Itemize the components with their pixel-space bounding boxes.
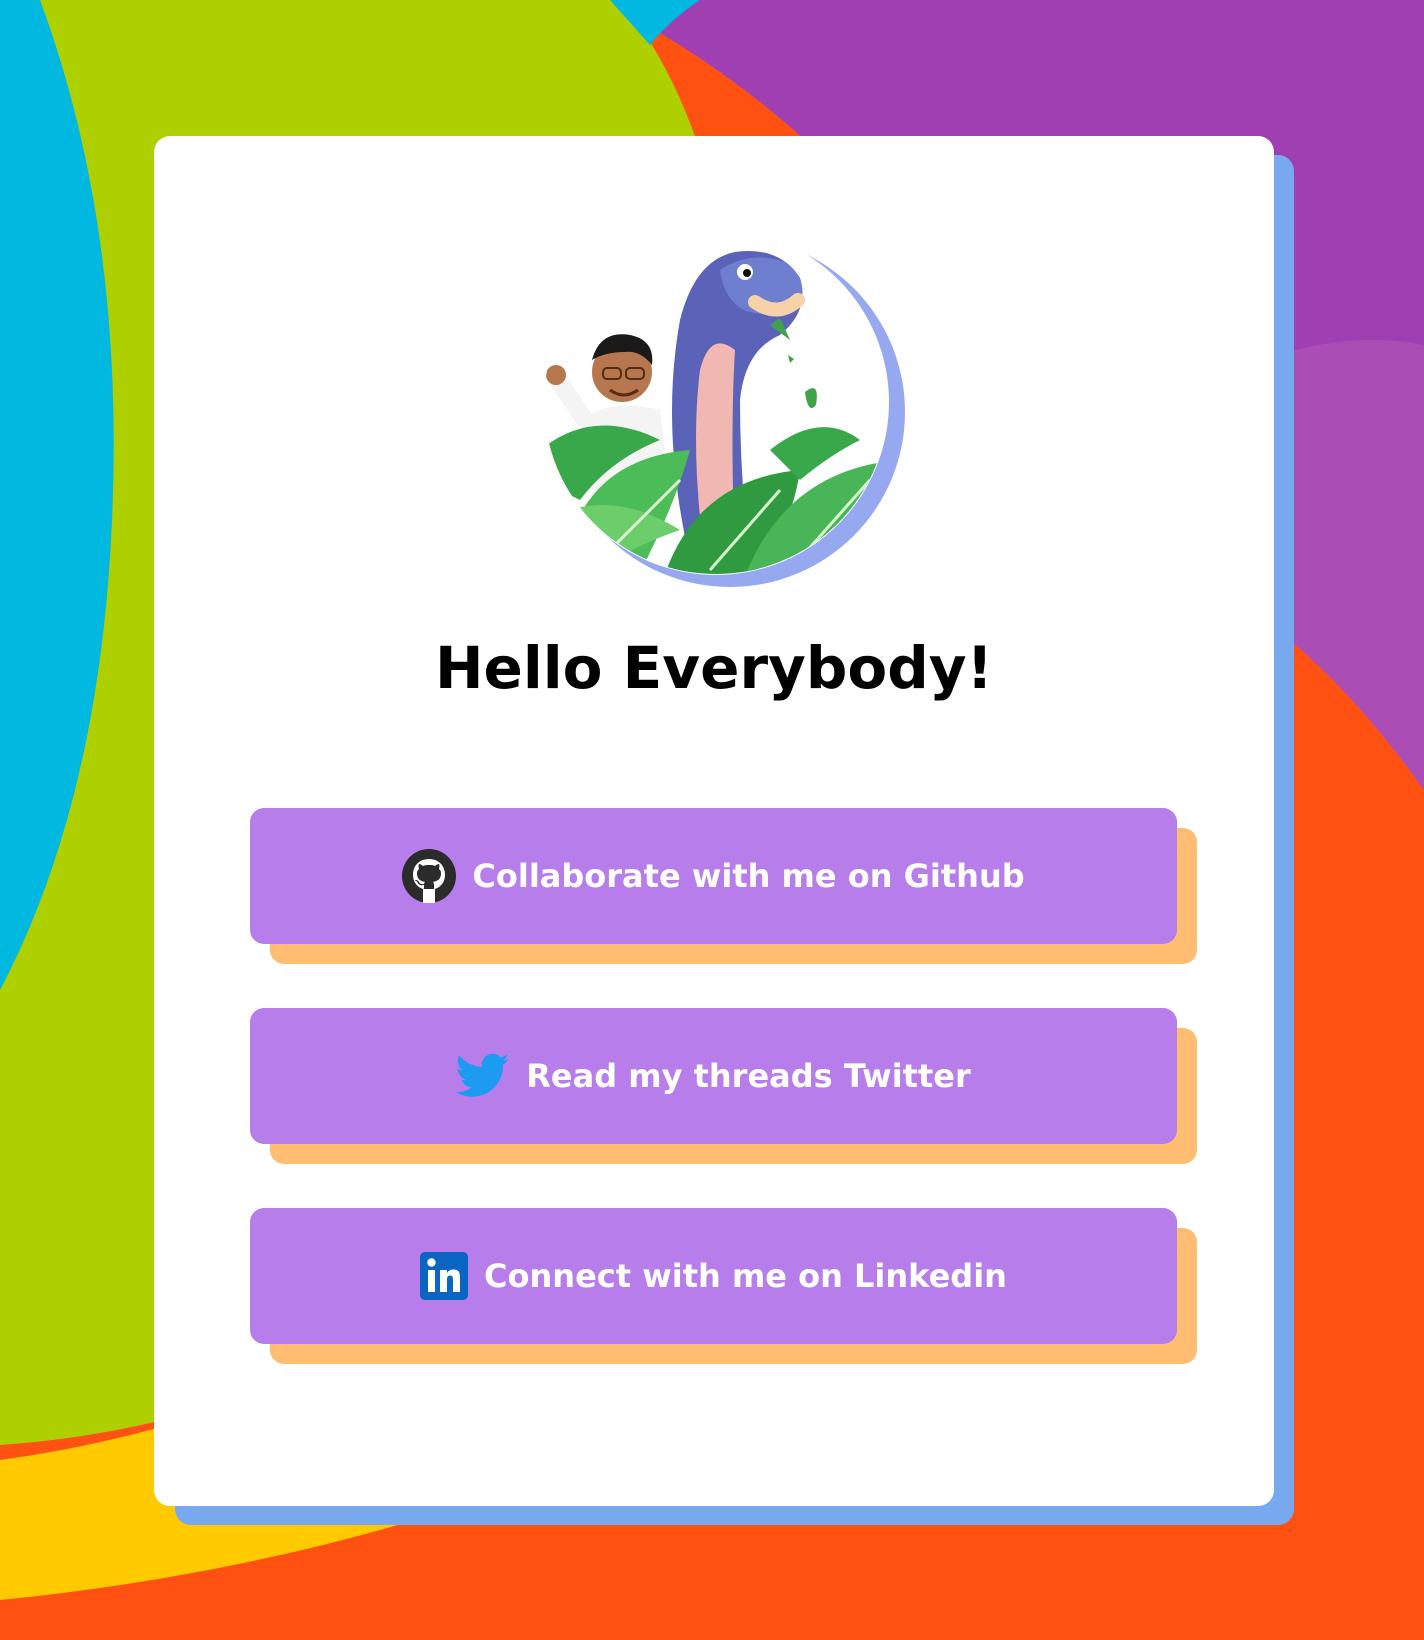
github-link-wrapper: Collaborate with me on Github [250,808,1198,964]
github-button-label: Collaborate with me on Github [472,857,1025,895]
page-title: Hello Everybody! [435,634,993,702]
twitter-button-label: Read my threads Twitter [526,1057,971,1095]
avatar [540,229,910,590]
page: Hello Everybody! Collaborate with me on … [0,0,1424,1640]
github-icon [402,849,457,903]
twitter-icon [455,1053,510,1099]
twitter-button[interactable]: Read my threads Twitter [250,1008,1177,1144]
linkedin-icon [420,1252,469,1300]
linkedin-button[interactable]: Connect with me on Linkedin [250,1208,1177,1344]
github-button[interactable]: Collaborate with me on Github [250,808,1177,944]
linkedin-link-wrapper: Connect with me on Linkedin [250,1208,1198,1364]
avatar-illustration [543,229,905,587]
twitter-link-wrapper: Read my threads Twitter [250,1008,1198,1164]
linkedin-button-label: Connect with me on Linkedin [484,1257,1007,1295]
